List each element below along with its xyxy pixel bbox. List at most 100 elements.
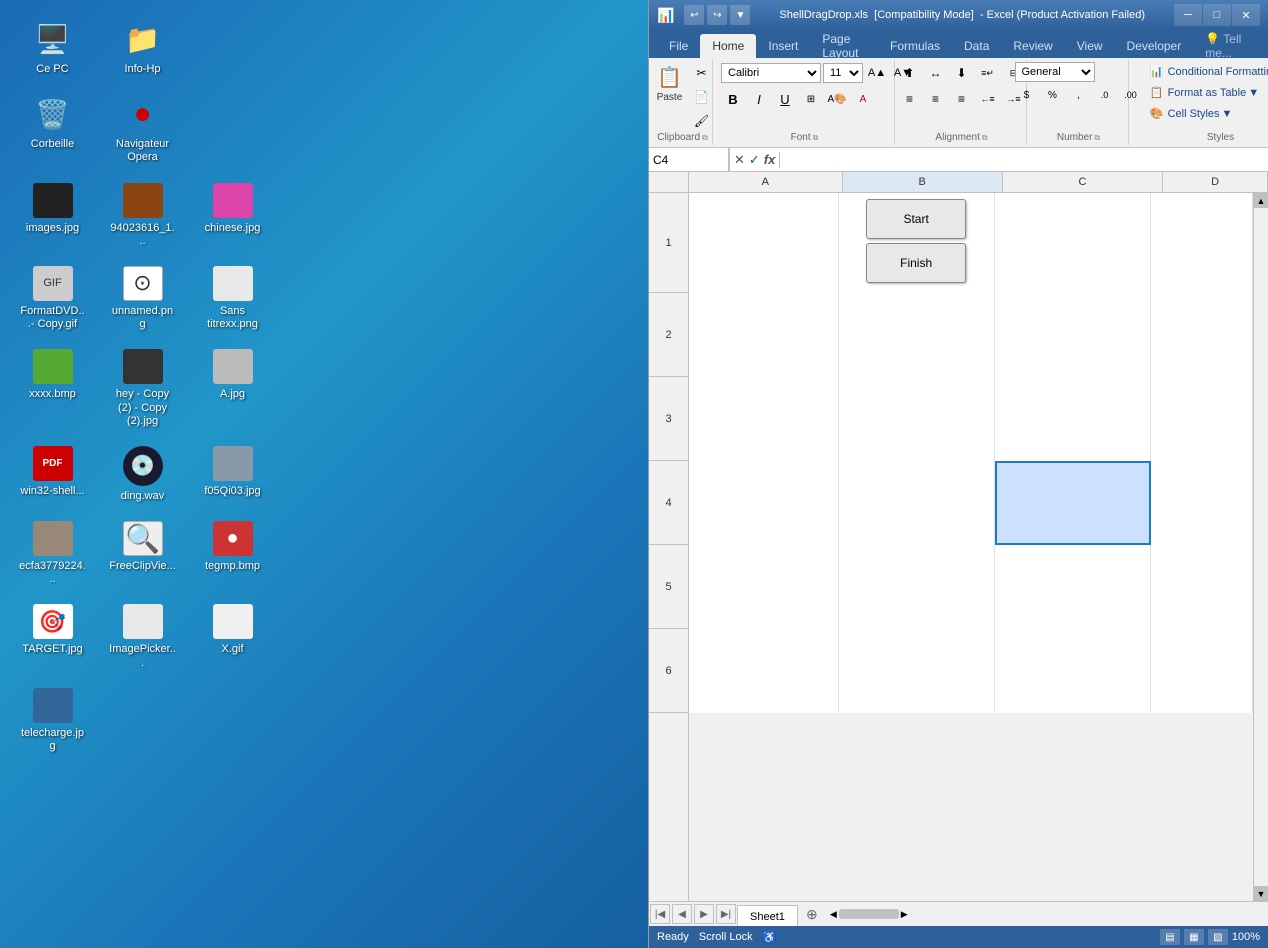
cell-c1[interactable] bbox=[995, 193, 1151, 293]
font-color-button[interactable]: A bbox=[851, 88, 875, 110]
alignment-expander[interactable]: ⧉ bbox=[982, 133, 988, 143]
add-sheet-button[interactable]: ⊕ bbox=[802, 904, 822, 924]
col-header-c[interactable]: C bbox=[1003, 172, 1163, 192]
desktop-icon-a[interactable]: A.jpg bbox=[195, 345, 270, 432]
cell-c2[interactable] bbox=[995, 293, 1151, 377]
redo-button[interactable]: ↪ bbox=[707, 5, 727, 25]
desktop-icon-tegmp[interactable]: ● tegmp.bmp bbox=[195, 517, 270, 590]
cell-d6[interactable] bbox=[1151, 629, 1253, 713]
cut-button[interactable]: ✂ bbox=[690, 62, 714, 84]
format-table-button[interactable]: 📋 Format as Table ▼ bbox=[1143, 83, 1266, 102]
tab-review[interactable]: Review bbox=[1001, 34, 1064, 58]
tab-page-layout[interactable]: Page Layout bbox=[810, 34, 878, 58]
font-size-select[interactable]: 11 bbox=[823, 63, 863, 83]
font-expander[interactable]: ⧉ bbox=[813, 133, 819, 143]
comma-button[interactable]: , bbox=[1067, 84, 1091, 106]
conditional-formatting-button[interactable]: 📊 Conditional Formatting ▼ bbox=[1143, 62, 1268, 81]
wrap-text-button[interactable]: ≡↵ bbox=[976, 62, 1000, 84]
desktop-icon-x-gif[interactable]: X.gif bbox=[195, 600, 270, 673]
tab-data[interactable]: Data bbox=[952, 34, 1001, 58]
cell-c6[interactable] bbox=[995, 629, 1151, 713]
underline-button[interactable]: U bbox=[773, 88, 797, 110]
insert-function-button[interactable]: fx bbox=[764, 152, 776, 167]
desktop-icon-target[interactable]: 🎯 TARGET.jpg bbox=[15, 600, 90, 673]
tab-developer[interactable]: Developer bbox=[1115, 34, 1194, 58]
desktop-icon-hey[interactable]: hey - Copy (2) - Copy (2).jpg bbox=[105, 345, 180, 432]
font-family-select[interactable]: Calibri bbox=[721, 63, 821, 83]
scroll-up-button[interactable]: ▲ bbox=[1254, 193, 1268, 208]
align-middle-button[interactable]: ↔ bbox=[924, 62, 948, 84]
desktop-icon-ecfa[interactable]: ecfa3779224... bbox=[15, 517, 90, 590]
desktop-icon-xxxx[interactable]: xxxx.bmp bbox=[15, 345, 90, 432]
horizontal-scroll-track[interactable]: ◀ ▶ bbox=[826, 902, 1268, 926]
copy-button[interactable]: 📄 bbox=[690, 86, 714, 108]
cell-a6[interactable] bbox=[689, 629, 839, 713]
cell-d2[interactable] bbox=[1151, 293, 1253, 377]
scroll-thumb-h[interactable] bbox=[839, 909, 899, 919]
cell-a3[interactable] bbox=[689, 377, 839, 461]
confirm-formula-button[interactable]: ✓ bbox=[749, 152, 760, 168]
align-top-button[interactable]: ⬆ bbox=[898, 62, 922, 84]
cell-d4[interactable] bbox=[1151, 461, 1253, 545]
desktop-icon-telecharge[interactable]: telecharge.jpg bbox=[15, 684, 90, 757]
number-expander[interactable]: ⧉ bbox=[1094, 133, 1100, 143]
desktop-icon-freeclip[interactable]: 🔍 FreeClipVie... bbox=[105, 517, 180, 590]
cell-a4[interactable] bbox=[689, 461, 839, 545]
align-left-button[interactable]: ≡ bbox=[898, 88, 922, 110]
maximize-button[interactable]: □ bbox=[1203, 4, 1231, 26]
desktop-icon-info-hp[interactable]: 📁 Info-Hp bbox=[105, 15, 180, 80]
format-painter-button[interactable]: 🖌 bbox=[690, 110, 714, 132]
desktop-icon-imagepicker[interactable]: ImagePicker... bbox=[105, 600, 180, 673]
cell-c3[interactable] bbox=[995, 377, 1151, 461]
align-right-button[interactable]: ≡ bbox=[950, 88, 974, 110]
cell-a5[interactable] bbox=[689, 545, 839, 629]
col-header-b[interactable]: B bbox=[843, 172, 1003, 192]
clipboard-expander[interactable]: ⧉ bbox=[702, 133, 708, 143]
cell-c4[interactable] bbox=[995, 461, 1151, 545]
desktop-icon-formatdvd[interactable]: GIF FormatDVD...- Copy.gif bbox=[15, 262, 90, 335]
undo-button[interactable]: ↩ bbox=[684, 5, 704, 25]
fill-color-button[interactable]: A🎨 bbox=[825, 88, 849, 110]
decrease-decimal-button[interactable]: .0 bbox=[1093, 84, 1117, 106]
cell-b3[interactable] bbox=[839, 377, 995, 461]
desktop-icon-unnamed[interactable]: ⊙ unnamed.png bbox=[105, 262, 180, 335]
close-button[interactable]: ✕ bbox=[1232, 4, 1260, 26]
cell-b1[interactable]: Start Finish bbox=[839, 193, 995, 293]
cell-a1[interactable] bbox=[689, 193, 839, 293]
sheet-prev-button[interactable]: ◀ bbox=[672, 904, 692, 924]
currency-button[interactable]: $ bbox=[1015, 84, 1039, 106]
desktop-icon-sans[interactable]: Sans titrexx.png bbox=[195, 262, 270, 335]
tab-home[interactable]: Home bbox=[700, 34, 756, 58]
cell-b2[interactable] bbox=[839, 293, 995, 377]
sheet-first-button[interactable]: |◀ bbox=[650, 904, 670, 924]
sheet-next-button[interactable]: ▶ bbox=[694, 904, 714, 924]
tab-view[interactable]: View bbox=[1065, 34, 1115, 58]
sheet-last-button[interactable]: ▶| bbox=[716, 904, 736, 924]
decrease-indent-button[interactable]: ←≡ bbox=[976, 88, 1000, 110]
desktop-icon-chinese[interactable]: chinese.jpg bbox=[195, 179, 270, 252]
scroll-left-button[interactable]: ◀ bbox=[830, 909, 837, 920]
border-button[interactable]: ⊞ bbox=[799, 88, 823, 110]
paste-button[interactable]: 📋 Paste bbox=[652, 62, 688, 106]
cell-reference-input[interactable] bbox=[649, 148, 729, 171]
tab-file[interactable]: File bbox=[657, 34, 700, 58]
tab-tell-me[interactable]: 💡 Tell me... bbox=[1193, 34, 1260, 58]
percent-button[interactable]: % bbox=[1041, 84, 1065, 106]
desktop-icon-ding[interactable]: 💿 ding.wav bbox=[105, 442, 180, 507]
desktop-icon-ce-pc[interactable]: 🖥️ Ce PC bbox=[15, 15, 90, 80]
cancel-formula-button[interactable]: ✕ bbox=[734, 152, 745, 168]
desktop-icon-win32[interactable]: PDF win32-shell... bbox=[15, 442, 90, 507]
sheet-tab-sheet1[interactable]: Sheet1 bbox=[737, 905, 798, 926]
number-format-select[interactable]: General bbox=[1015, 62, 1095, 82]
page-layout-view-button[interactable]: ▦ bbox=[1184, 929, 1204, 945]
align-center-button[interactable]: ≡ bbox=[924, 88, 948, 110]
customize-qat-button[interactable]: ▼ bbox=[730, 5, 750, 25]
page-break-view-button[interactable]: ▧ bbox=[1208, 929, 1228, 945]
cell-c5[interactable] bbox=[995, 545, 1151, 629]
italic-button[interactable]: I bbox=[747, 88, 771, 110]
cell-d1[interactable] bbox=[1151, 193, 1253, 293]
cell-d5[interactable] bbox=[1151, 545, 1253, 629]
normal-view-button[interactable]: ▤ bbox=[1160, 929, 1180, 945]
scroll-track-v[interactable] bbox=[1254, 208, 1268, 886]
desktop-icon-navigateur[interactable]: ● Navigateur Opera bbox=[105, 90, 180, 168]
